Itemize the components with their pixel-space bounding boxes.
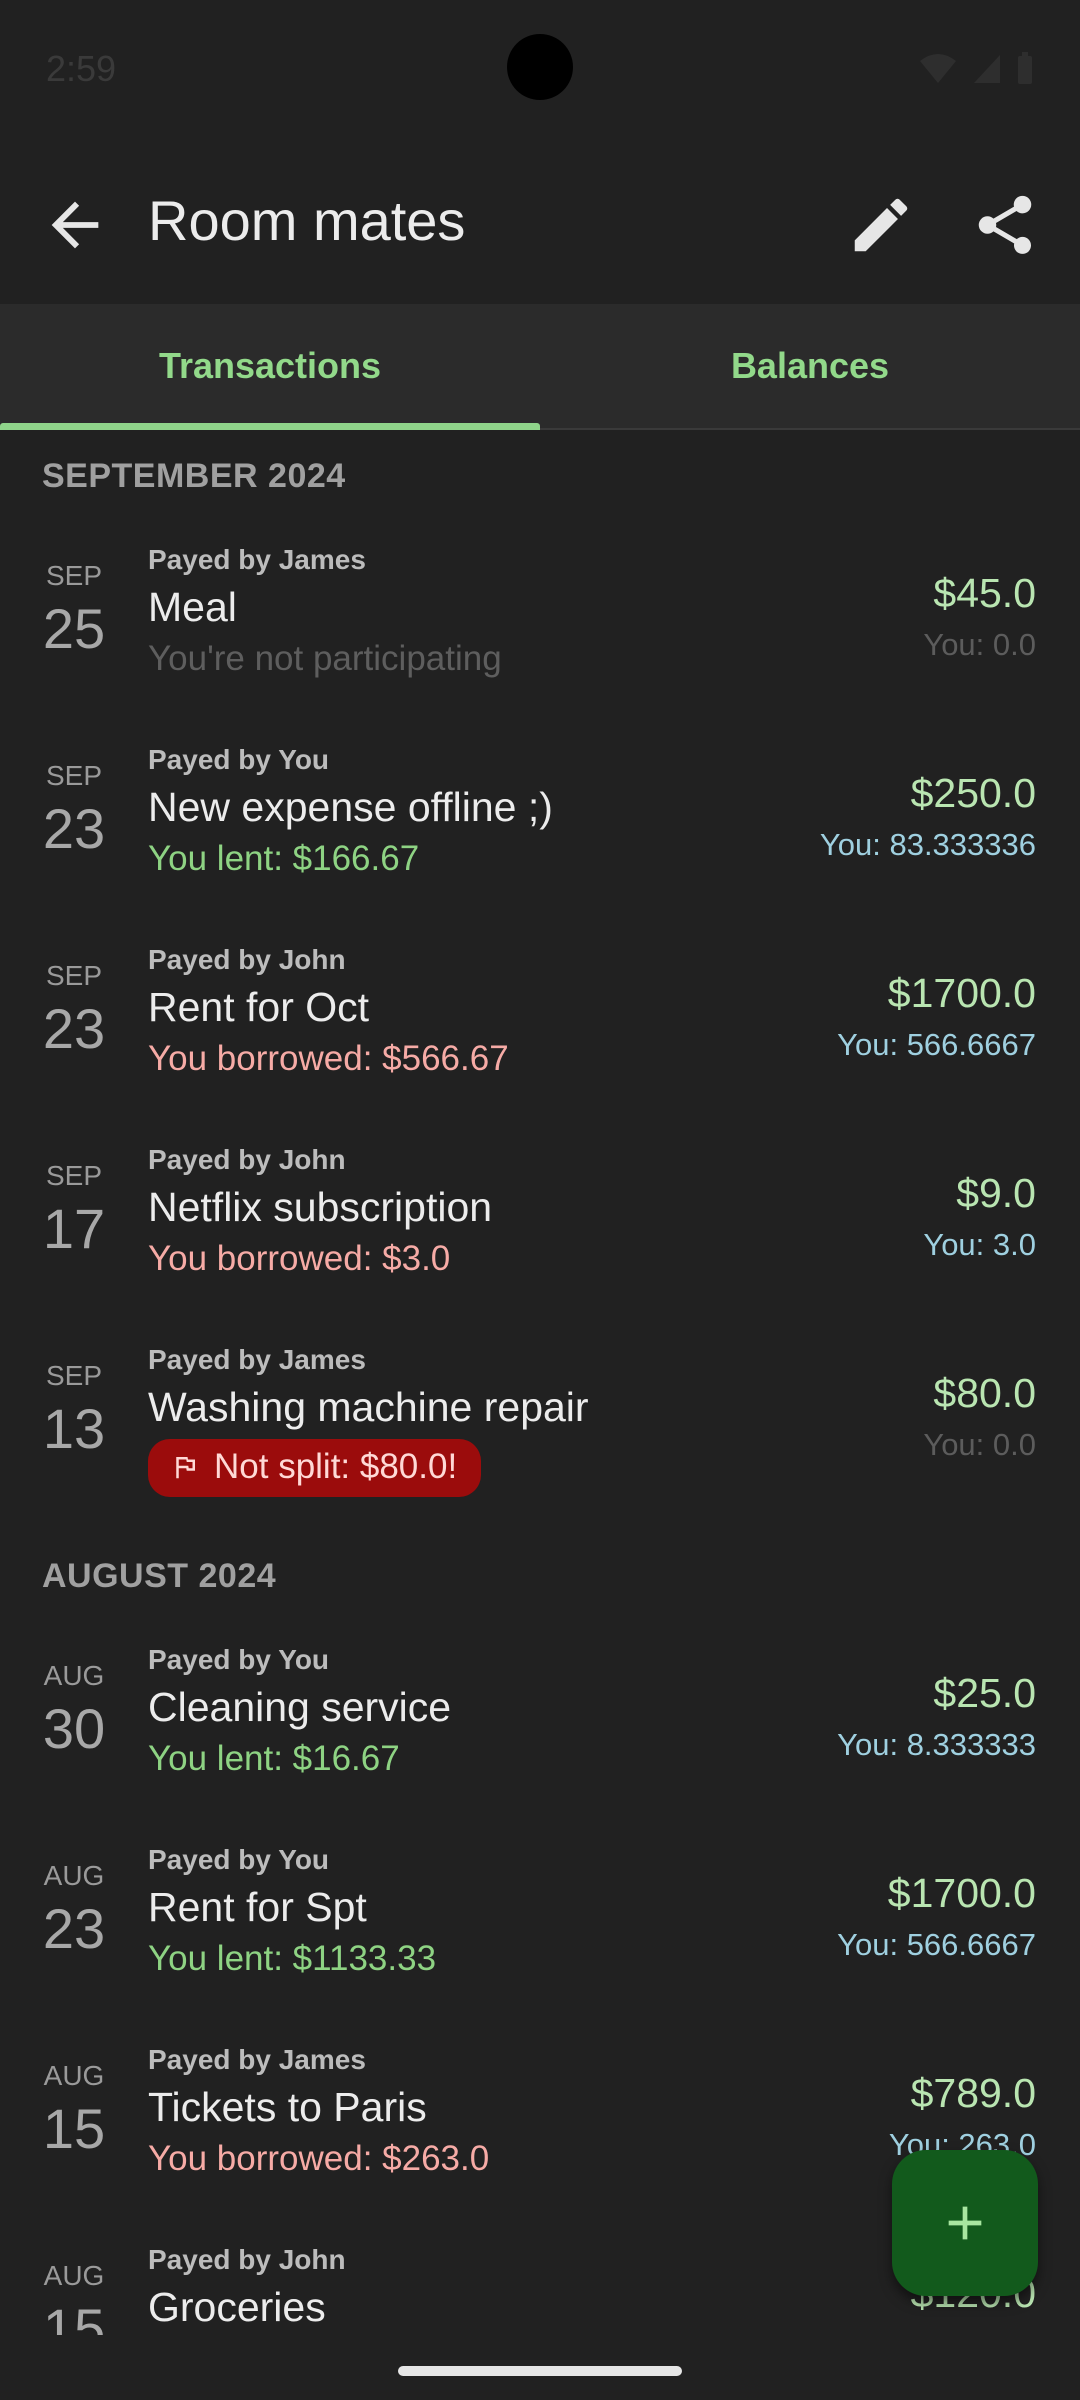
- payer-label: Payed by John: [148, 944, 346, 975]
- your-share: You: 0.0: [923, 627, 1036, 662]
- payer-label: Payed by James: [148, 544, 366, 575]
- page-title: Room mates: [148, 189, 466, 252]
- status-time: 2:59: [46, 48, 117, 89]
- transaction-row[interactable]: SEP 25 Payed by James Meal You're not pa…: [0, 522, 1080, 722]
- transaction-amount: $789.0: [910, 2070, 1036, 2116]
- your-share: You: 566.6667: [837, 1027, 1036, 1062]
- date-block: SEP 23: [0, 760, 148, 861]
- pencil-icon[interactable]: [846, 190, 916, 260]
- tab-balances[interactable]: Balances: [540, 304, 1080, 428]
- date-day: 15: [42, 2097, 106, 2160]
- transaction-title: Rent for Oct: [148, 984, 370, 1030]
- transaction-title: Meal: [148, 584, 237, 630]
- date-block: AUG 23: [0, 1860, 148, 1961]
- status-bar: 2:59: [0, 0, 1080, 140]
- gesture-nav-handle[interactable]: [398, 2366, 682, 2376]
- date-block: AUG 15: [0, 2060, 148, 2161]
- date-block: SEP 13: [0, 1360, 148, 1461]
- transaction-row[interactable]: SEP 23 Payed by John Rent for Oct You bo…: [0, 922, 1080, 1122]
- system-icons: [918, 52, 1034, 86]
- camera-cutout: [507, 34, 573, 100]
- transaction-title: New expense offline ;): [148, 784, 553, 830]
- date-month: SEP: [45, 760, 103, 791]
- payer-label: Payed by James: [148, 2044, 366, 2075]
- date-month: SEP: [45, 560, 103, 591]
- transaction-list[interactable]: SEPTEMBER 2024 SEP 25 Payed by James Mea…: [0, 430, 1080, 2336]
- battery-icon: [1018, 52, 1032, 84]
- payer-label: Payed by You: [148, 1844, 330, 1875]
- date-day: 23: [42, 1897, 106, 1960]
- your-share: You: 8.333333: [837, 1727, 1036, 1762]
- not-split-badge: Not split: $80.0!: [148, 1439, 482, 1497]
- your-share: You: 0.0: [923, 1427, 1036, 1462]
- tab-transactions[interactable]: Transactions: [0, 304, 540, 428]
- date-day: 13: [42, 1397, 106, 1460]
- date-day: 25: [42, 597, 106, 660]
- transaction-row[interactable]: SEP 23 Payed by You New expense offline …: [0, 722, 1080, 922]
- transaction-amount: $1700.0: [887, 1870, 1036, 1916]
- your-share: You: 3.0: [923, 1227, 1036, 1262]
- section-header: SEPTEMBER 2024: [42, 456, 346, 495]
- app-bar: Room mates: [0, 140, 1080, 304]
- date-month: AUG: [43, 1860, 105, 1891]
- add-transaction-button[interactable]: [892, 2150, 1038, 2296]
- transaction-row[interactable]: AUG 23 Payed by You Rent for Spt You len…: [0, 1822, 1080, 2022]
- transaction-amount: $250.0: [910, 770, 1036, 816]
- date-day: 30: [42, 1697, 106, 1760]
- date-month: AUG: [43, 1660, 105, 1691]
- payer-label: Payed by You: [148, 1644, 330, 1675]
- date-day: 17: [42, 1197, 106, 1260]
- date-day: 23: [42, 797, 106, 860]
- flag-icon: [176, 1457, 195, 1479]
- date-month: SEP: [45, 1360, 103, 1391]
- date-month: SEP: [45, 960, 103, 991]
- transaction-amount: $9.0: [956, 1170, 1036, 1216]
- your-share: You: 83.333336: [819, 827, 1036, 862]
- arrow-back-icon[interactable]: [40, 190, 110, 260]
- date-month: AUG: [43, 2260, 105, 2291]
- transaction-title: Netflix subscription: [148, 1184, 493, 1230]
- transaction-row[interactable]: SEP 17 Payed by John Netflix subscriptio…: [0, 1122, 1080, 1322]
- date-month: AUG: [43, 2060, 105, 2091]
- transaction-amount: $1700.0: [887, 970, 1036, 1016]
- lent-amount: You lent: $1133.33: [148, 1939, 437, 1978]
- lent-amount: You lent: $16.67: [148, 1739, 400, 1778]
- date-day: 23: [42, 997, 106, 1060]
- transaction-title: Cleaning service: [148, 1684, 452, 1730]
- payer-label: Payed by John: [148, 2244, 346, 2275]
- section-header: AUGUST 2024: [42, 1556, 277, 1595]
- payer-label: Payed by James: [148, 1344, 366, 1375]
- borrowed-amount: You borrowed: $3.0: [148, 1239, 451, 1278]
- date-block: SEP 25: [0, 560, 148, 661]
- date-month: SEP: [45, 1160, 103, 1191]
- plus-icon: [948, 2206, 982, 2240]
- date-block: SEP 17: [0, 1160, 148, 1261]
- borrowed-amount: You borrowed: $263.0: [148, 2139, 490, 2178]
- tab-bar: Transactions Balances: [0, 304, 1080, 430]
- your-share: You: 566.6667: [837, 1927, 1036, 1962]
- transaction-amount: $80.0: [933, 1370, 1036, 1416]
- lent-amount: You lent: $166.67: [148, 839, 420, 878]
- signal-icon: [974, 55, 1000, 83]
- transaction-title: Groceries: [148, 2284, 326, 2330]
- transaction-row[interactable]: AUG 30 Payed by You Cleaning service You…: [0, 1622, 1080, 1822]
- transaction-title: Washing machine repair: [148, 1384, 589, 1430]
- transaction-row[interactable]: SEP 13 Payed by James Washing machine re…: [0, 1322, 1080, 1522]
- borrowed-amount: You borrowed: $566.67: [148, 1039, 509, 1078]
- transaction-title: Rent for Spt: [148, 1884, 367, 1930]
- transaction-title: Tickets to Paris: [148, 2084, 427, 2130]
- wifi-icon: [920, 54, 956, 83]
- date-block: AUG 30: [0, 1660, 148, 1761]
- transaction-amount: $45.0: [933, 570, 1036, 616]
- date-day: 15: [42, 2297, 106, 2335]
- not-split-label: Not split: $80.0!: [214, 1447, 458, 1486]
- participation-status: You're not participating: [148, 639, 502, 678]
- date-block: SEP 23: [0, 960, 148, 1061]
- tab-indicator: [0, 423, 540, 430]
- share-icon[interactable]: [970, 190, 1040, 260]
- payer-label: Payed by John: [148, 1144, 346, 1175]
- transaction-amount: $25.0: [933, 1670, 1036, 1716]
- date-block: AUG 15: [0, 2260, 148, 2335]
- payer-label: Payed by You: [148, 744, 330, 775]
